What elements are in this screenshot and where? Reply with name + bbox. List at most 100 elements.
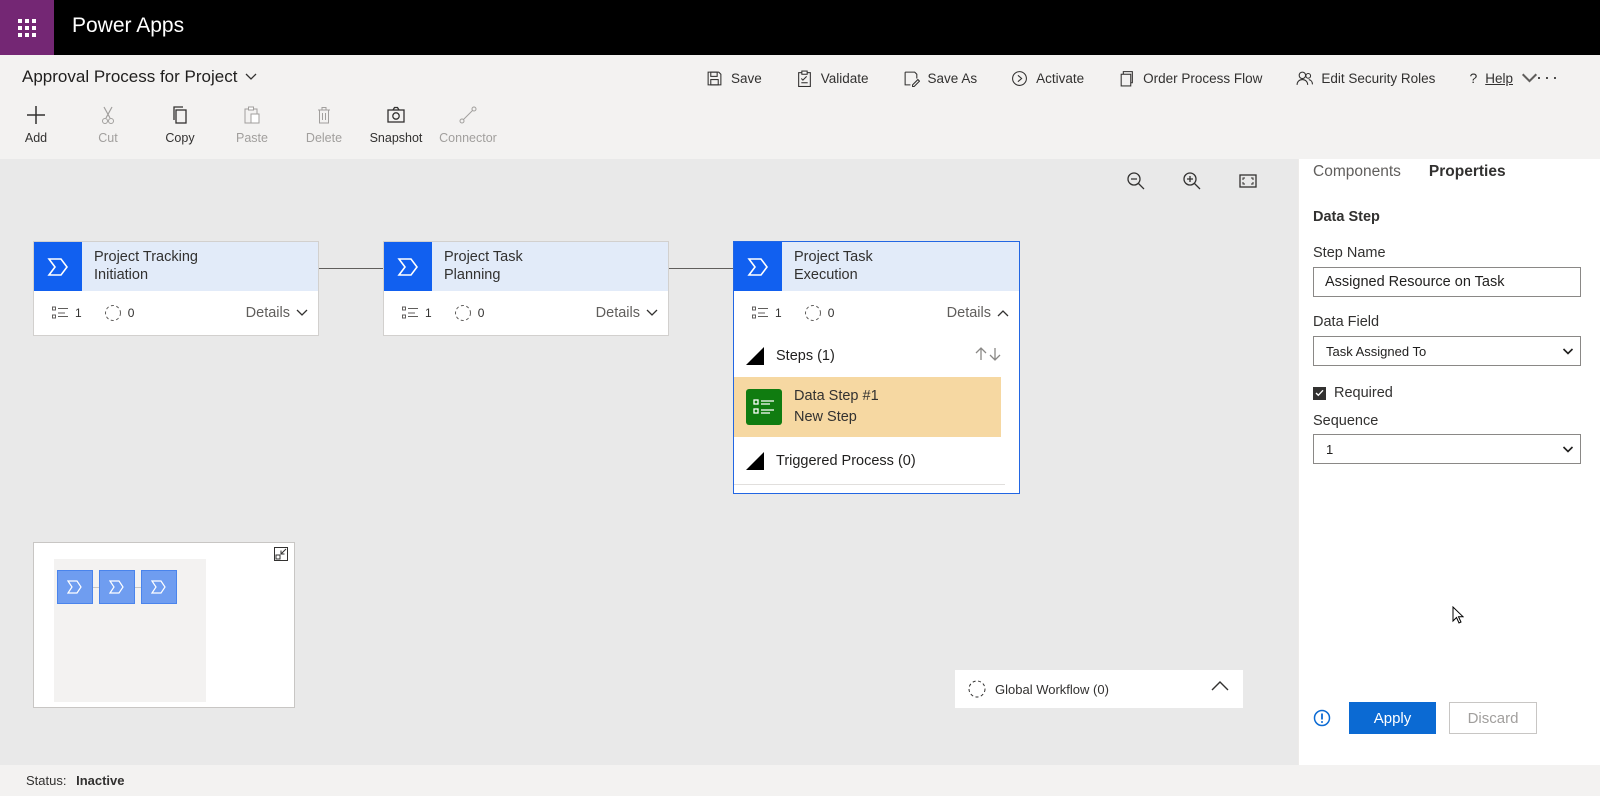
arrow-down-icon[interactable] (989, 347, 1001, 361)
delete-tool[interactable]: Delete (288, 105, 360, 145)
data-field-value: Task Assigned To (1326, 343, 1427, 359)
chevron-up-icon (997, 310, 1009, 317)
minimap-stage-icon (99, 570, 135, 604)
command-bar: Approval Process for Project Save Valida… (0, 55, 1600, 159)
paste-label: Paste (236, 131, 268, 145)
add-tool[interactable]: Add (0, 105, 72, 145)
question-mark-icon: ? (1469, 70, 1478, 86)
validate-label: Validate (820, 70, 869, 86)
cut-label: Cut (98, 131, 118, 145)
workflows-count: 0 (454, 304, 484, 322)
paste-tool[interactable]: Paste (216, 105, 288, 145)
stage-name: Project Task Planning (444, 249, 523, 283)
steps-header-label: Steps (1) (776, 348, 835, 364)
save-button[interactable]: Save (706, 65, 762, 91)
data-step-text: Data Step #1 New Step (794, 388, 879, 425)
activate-label: Activate (1036, 70, 1085, 86)
list-icon (752, 306, 768, 319)
steps-section-header[interactable]: Steps (1) (734, 335, 1019, 377)
arrow-up-icon[interactable] (975, 347, 987, 361)
document-icon (1120, 70, 1133, 86)
minimap-viewport[interactable] (54, 559, 206, 702)
minimap-stage-icon (141, 570, 177, 604)
workflows-count: 0 (804, 304, 834, 322)
workflows-count: 0 (104, 304, 134, 322)
details-toggle[interactable]: Details (596, 305, 658, 321)
status-value: Inactive (76, 773, 125, 788)
stage-name: Project Tracking Initiation (94, 249, 198, 283)
stage-card[interactable]: Project Task Planning 1 0 Details (383, 241, 669, 336)
required-checkbox[interactable] (1313, 386, 1326, 400)
camera-icon (387, 106, 405, 123)
stage-chevron-icon (384, 242, 432, 291)
chevron-up-icon[interactable] (1211, 680, 1229, 692)
minimap-collapse-icon[interactable] (274, 547, 288, 561)
stage-connector (318, 268, 384, 269)
process-title[interactable]: Approval Process for Project (22, 67, 257, 87)
list-icon (402, 306, 418, 319)
step-name-input[interactable] (1313, 267, 1581, 297)
process-title-text: Approval Process for Project (22, 67, 238, 86)
collapse-triangle-icon (746, 451, 764, 470)
sequence-value: 1 (1326, 441, 1334, 457)
save-as-button[interactable]: Save As (903, 65, 977, 91)
chevron-down-icon (245, 73, 257, 80)
connector-icon (459, 106, 477, 124)
delete-label: Delete (305, 131, 343, 145)
scissors-icon (102, 106, 114, 124)
minimap-stage-icon (57, 570, 93, 604)
global-workflow-panel[interactable]: Global Workflow (0) (955, 670, 1243, 708)
status-label: Status: (26, 773, 67, 788)
validate-button[interactable]: Validate (796, 65, 869, 91)
tab-properties[interactable]: Properties (1429, 161, 1506, 195)
minimap[interactable] (33, 542, 295, 708)
paste-icon (244, 106, 260, 124)
fit-to-screen-icon[interactable] (1238, 171, 1258, 191)
stage-card[interactable]: Project Tracking Initiation 1 0 Details (33, 241, 319, 336)
steps-count: 1 (52, 306, 82, 320)
copy-tool[interactable]: Copy (144, 105, 216, 145)
stage-chevron-icon (34, 242, 82, 291)
zoom-in-icon[interactable] (1182, 171, 1202, 191)
tab-components[interactable]: Components (1313, 161, 1401, 195)
zoom-out-icon[interactable] (1126, 171, 1146, 191)
data-step-icon (746, 389, 782, 425)
triggered-process-label: Triggered Process (0) (776, 452, 916, 469)
discard-button[interactable]: Discard (1449, 702, 1537, 734)
details-toggle[interactable]: Details (947, 305, 1009, 321)
copy-icon (173, 106, 187, 124)
data-field-select[interactable]: Task Assigned To (1313, 336, 1581, 366)
sequence-select[interactable]: 1 (1313, 434, 1581, 464)
info-icon[interactable] (1313, 709, 1331, 727)
app-launcher-button[interactable] (0, 0, 54, 55)
properties-panel: Components Properties Data Step Step Nam… (1298, 159, 1600, 765)
data-step-item[interactable]: Data Step #1 New Step (734, 377, 1001, 437)
more-options-button[interactable]: ··· (1536, 67, 1560, 88)
dashed-circle-icon (968, 680, 986, 698)
help-label: Help (1485, 70, 1513, 86)
process-designer-canvas[interactable]: Project Tracking Initiation 1 0 Details (0, 159, 1298, 765)
list-icon (52, 306, 68, 319)
dashed-circle-icon (454, 305, 471, 321)
apply-button[interactable]: Apply (1349, 702, 1436, 734)
sequence-label: Sequence (1313, 413, 1379, 429)
step-name-label: Step Name (1313, 245, 1386, 261)
data-field-label: Data Field (1313, 314, 1380, 330)
activate-button[interactable]: Activate (1011, 65, 1084, 91)
help-button[interactable]: ? Help (1469, 65, 1538, 91)
chevron-down-icon (646, 309, 658, 316)
details-toggle[interactable]: Details (246, 305, 308, 321)
steps-count: 1 (402, 306, 432, 320)
triggered-process-section[interactable]: Triggered Process (0) (734, 437, 1005, 485)
trash-icon (318, 107, 330, 124)
required-checkbox-row: Required (1313, 385, 1393, 401)
chevron-down-icon (1562, 348, 1574, 355)
chevron-down-icon (296, 309, 308, 316)
connector-tool[interactable]: Connector (432, 105, 504, 145)
snapshot-tool[interactable]: Snapshot (360, 105, 432, 145)
cut-tool[interactable]: Cut (72, 105, 144, 145)
order-process-flow-button[interactable]: Order Process Flow (1118, 65, 1262, 91)
edit-security-roles-button[interactable]: Edit Security Roles (1296, 65, 1435, 91)
waffle-icon (18, 18, 36, 37)
stage-card-selected[interactable]: Project Task Execution 1 0 Details Steps… (733, 241, 1020, 494)
